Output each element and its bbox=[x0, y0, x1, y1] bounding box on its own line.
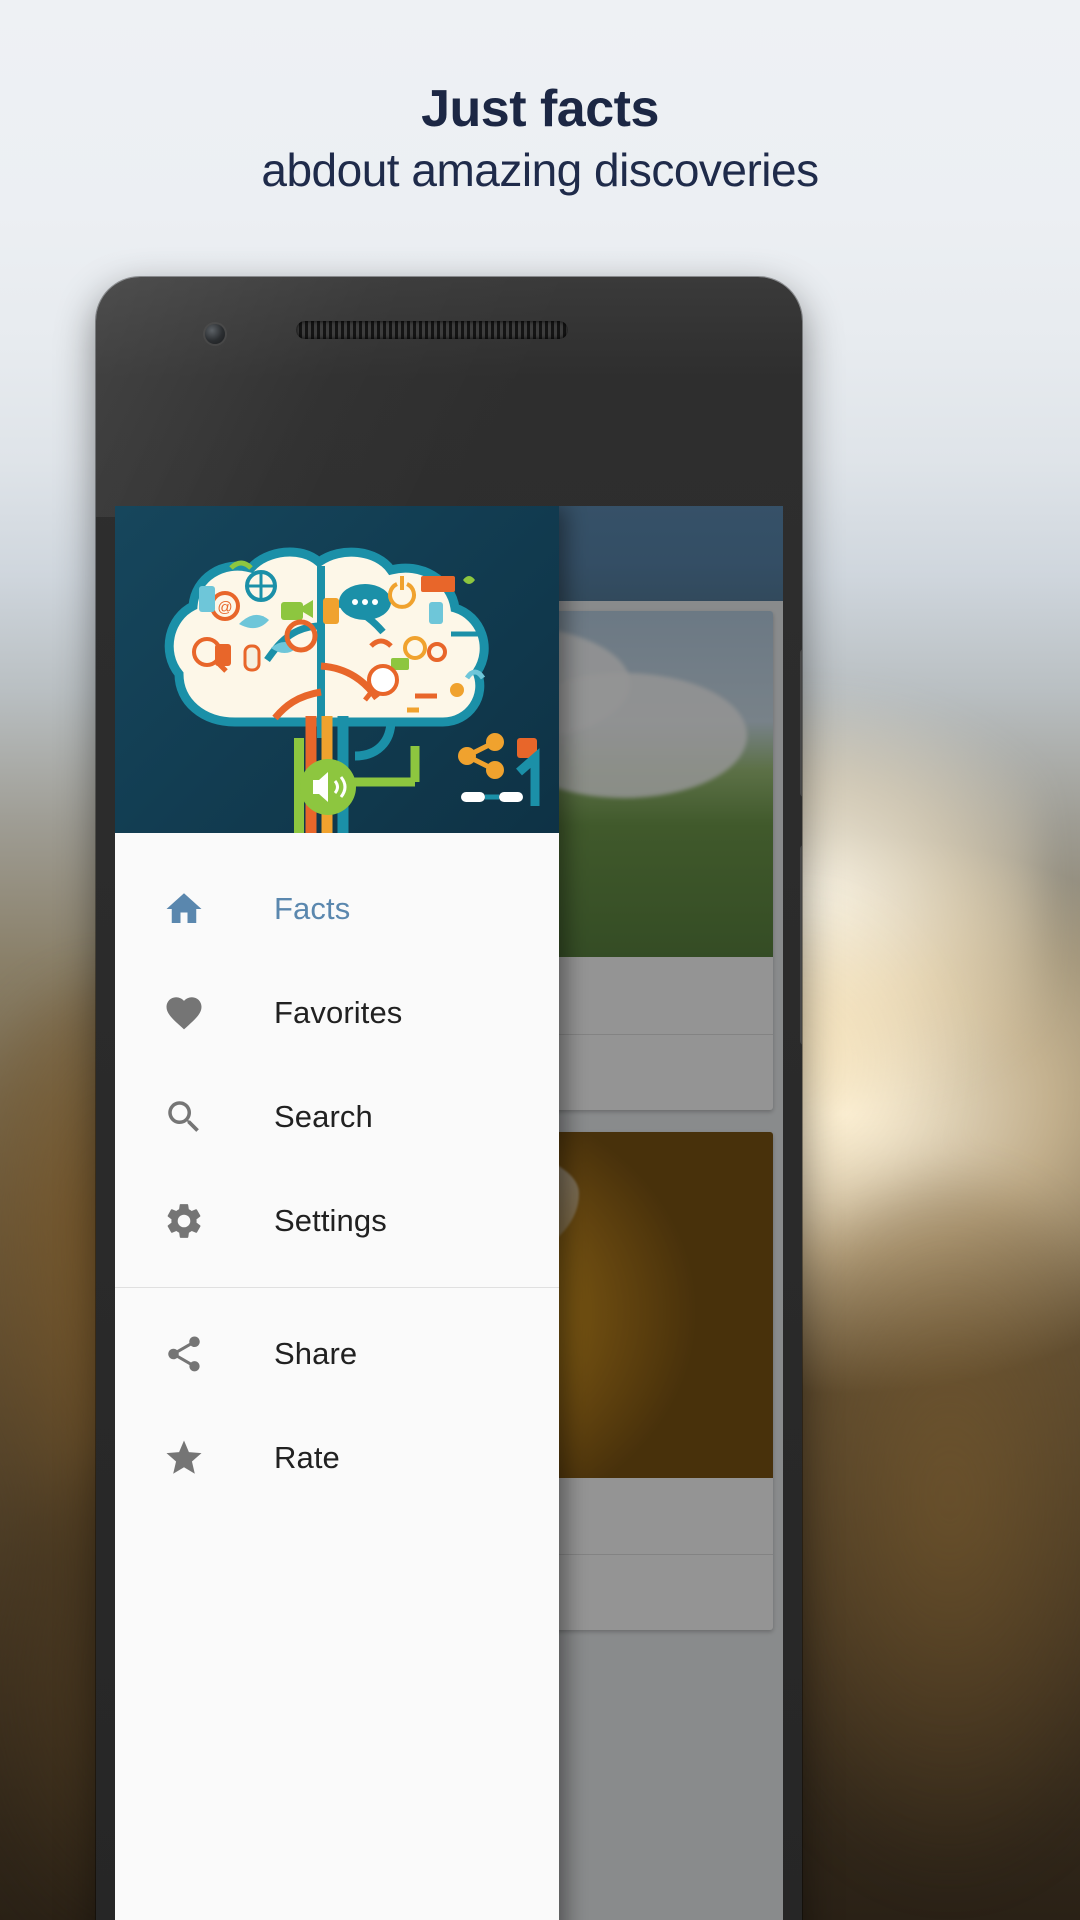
brain-network-illustration: @ bbox=[164, 547, 540, 833]
heart-icon bbox=[161, 990, 207, 1036]
drawer-item-rate[interactable]: Rate bbox=[115, 1406, 559, 1510]
navigation-drawer: @ Facts Favorites Search Settings Share … bbox=[115, 506, 559, 1920]
promo-headline: Just facts abdout amazing discoveries bbox=[0, 82, 1080, 195]
drawer-item-search[interactable]: Search bbox=[115, 1065, 559, 1169]
share-icon bbox=[161, 1331, 207, 1377]
promo-title: Just facts bbox=[421, 80, 659, 138]
power-button[interactable] bbox=[800, 845, 802, 1045]
drawer-item-label: Search bbox=[274, 1099, 373, 1134]
earpiece-speaker bbox=[296, 321, 568, 339]
front-camera-icon bbox=[205, 324, 225, 344]
drawer-item-label: Settings bbox=[274, 1203, 387, 1238]
svg-text:@: @ bbox=[217, 599, 232, 616]
phone-screen: Facts s at a time. bbox=[115, 506, 783, 1920]
drawer-item-settings[interactable]: Settings bbox=[115, 1169, 559, 1273]
drawer-primary-list: Facts Favorites Search Settings Share Ra… bbox=[115, 833, 559, 1510]
drawer-item-label: Rate bbox=[274, 1440, 340, 1475]
drawer-item-facts[interactable]: Facts bbox=[115, 857, 559, 961]
drawer-item-label: Share bbox=[274, 1336, 358, 1371]
drawer-item-share[interactable]: Share bbox=[115, 1302, 559, 1406]
gear-icon bbox=[161, 1198, 207, 1244]
drawer-item-label: Facts bbox=[274, 891, 351, 926]
volume-button[interactable] bbox=[800, 649, 802, 797]
phone-body-gloss bbox=[96, 277, 802, 517]
star-icon bbox=[161, 1435, 207, 1481]
phone-mockup: Facts s at a time. bbox=[96, 277, 802, 1920]
search-icon bbox=[161, 1094, 207, 1140]
drawer-item-favorites[interactable]: Favorites bbox=[115, 961, 559, 1065]
drawer-item-label: Favorites bbox=[274, 995, 403, 1030]
promo-subtitle: abdout amazing discoveries bbox=[261, 143, 819, 196]
drawer-header: @ bbox=[115, 506, 559, 833]
drawer-divider bbox=[115, 1287, 559, 1288]
home-icon bbox=[161, 886, 207, 932]
